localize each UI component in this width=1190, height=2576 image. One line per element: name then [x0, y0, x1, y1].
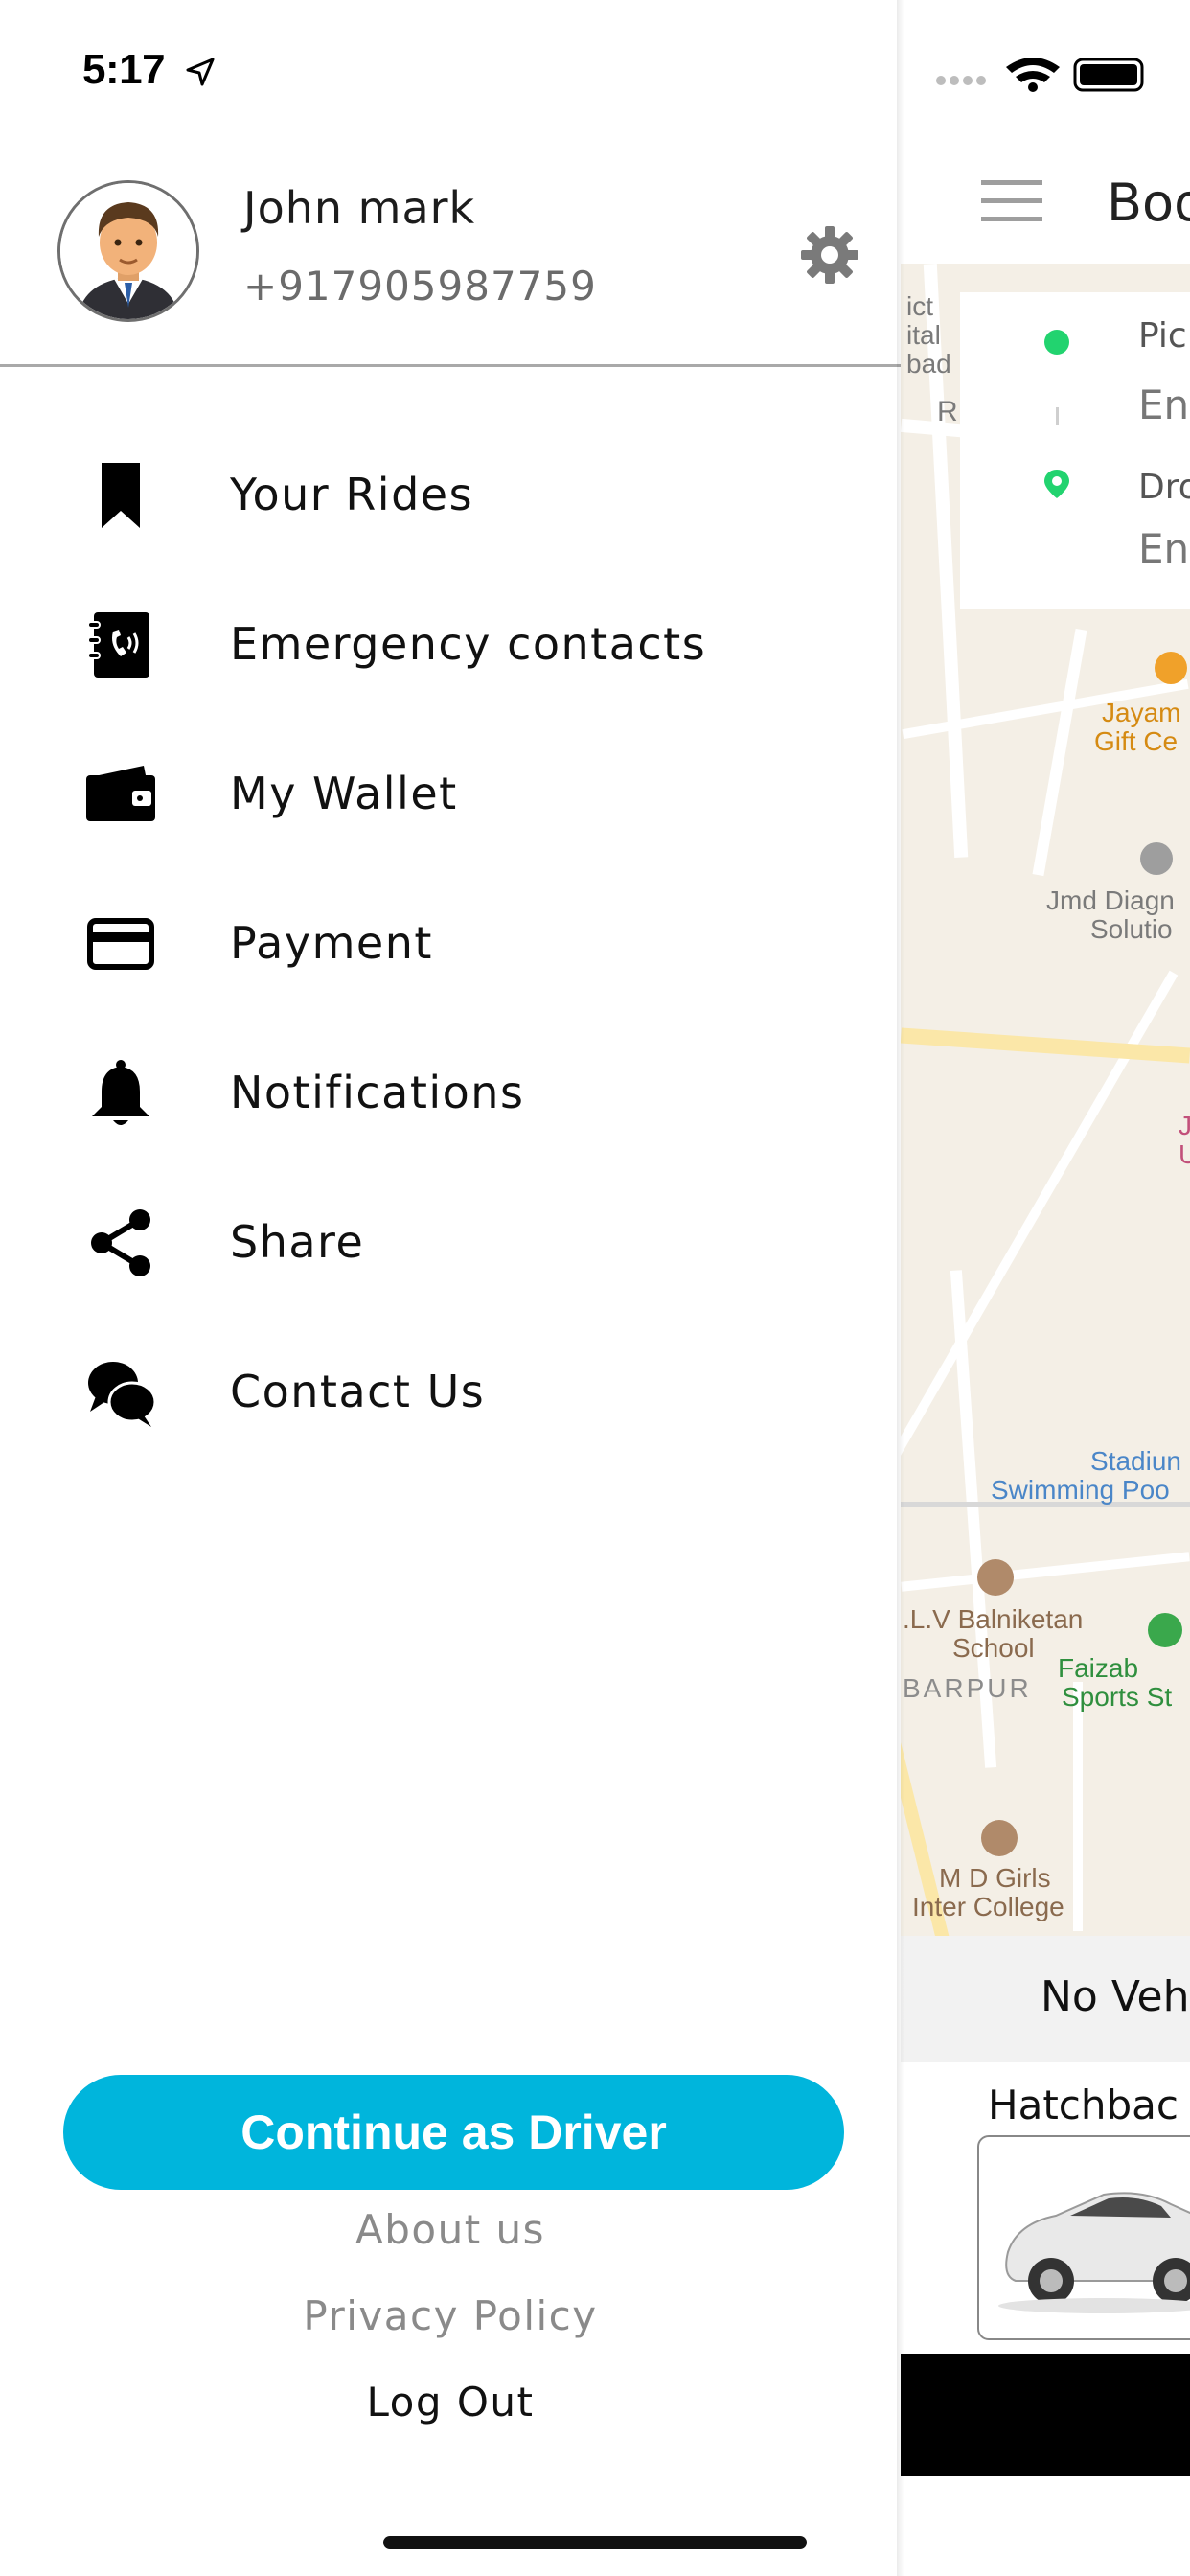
booking-title: Boo	[1107, 172, 1190, 233]
menu-item-notifications[interactable]: Notifications	[0, 1036, 901, 1151]
map-label: Sports St	[1062, 1682, 1173, 1712]
continue-as-driver-button[interactable]: Continue as Driver	[63, 2075, 844, 2190]
gear-icon[interactable]	[799, 224, 860, 286]
side-drawer: 5:17 John mark +917905987759 Your Rides …	[0, 0, 901, 2576]
menu-item-label: Payment	[230, 917, 433, 969]
map-label: Jayam	[1102, 698, 1181, 727]
menu-item-label: Your Rides	[230, 469, 474, 520]
menu-item-label: Share	[230, 1216, 365, 1268]
map-label: School	[952, 1633, 1035, 1663]
college-pin-icon	[981, 1820, 1018, 1856]
menu-item-label: Emergency contacts	[230, 618, 707, 670]
menu-item-label: My Wallet	[230, 768, 458, 819]
sports-pin-icon	[1148, 1613, 1182, 1647]
school-pin-icon	[977, 1559, 1014, 1596]
status-time: 5:17	[82, 46, 166, 93]
map-label: M D Girls	[939, 1863, 1051, 1893]
man-in-suit-avatar-icon	[60, 183, 196, 319]
bell-icon	[92, 1060, 149, 1125]
profile-phone: +917905987759	[243, 263, 597, 310]
avatar[interactable]	[57, 180, 199, 322]
wallet-icon	[86, 766, 155, 821]
share-icon	[91, 1209, 150, 1276]
map-label: Faizab	[1058, 1653, 1139, 1683]
place-pin-icon	[1140, 842, 1173, 875]
drop-label: Dro	[1138, 468, 1190, 507]
credit-card-icon	[87, 918, 154, 970]
profile-name: John mark	[243, 182, 476, 234]
car-image	[998, 2192, 1190, 2313]
map-label: BARPUR	[903, 1673, 1032, 1703]
book-button-bar[interactable]	[901, 2354, 1190, 2476]
booking-screen: Boo ict ital bad R Jayam Gift Ce Jmd Dia…	[901, 0, 1190, 2576]
pickup-label: Pic	[1138, 316, 1187, 356]
status-icons	[936, 58, 1144, 92]
drawer-divider	[0, 364, 901, 367]
map-label: J	[1179, 1111, 1190, 1140]
about-us-link[interactable]: About us	[0, 2206, 901, 2253]
map-label: ict	[906, 291, 933, 321]
privacy-policy-link[interactable]: Privacy Policy	[0, 2292, 901, 2339]
map-label: Inter College	[912, 1892, 1064, 1921]
menu-item-payment[interactable]: Payment	[0, 886, 901, 1001]
map-label: Swimming Poo	[991, 1475, 1170, 1505]
home-indicator[interactable]	[383, 2536, 807, 2549]
drop-pin-icon	[1044, 470, 1069, 498]
pickup-input[interactable]: En	[1138, 381, 1189, 428]
menu-item-contact-us[interactable]: Contact Us	[0, 1335, 901, 1450]
map-label: bad	[906, 349, 951, 379]
app-screen: Boo ict ital bad R Jayam Gift Ce Jmd Dia…	[0, 0, 1190, 2576]
map-label: Jmd Diagn	[1046, 886, 1175, 915]
map-label: Stadiun	[1090, 1446, 1181, 1476]
log-out-link[interactable]: Log Out	[0, 2379, 901, 2426]
menu-item-emergency-contacts[interactable]: Emergency contacts	[0, 587, 901, 702]
map-label: .L.V Balniketan	[903, 1604, 1084, 1634]
shop-pin-icon	[1155, 652, 1187, 684]
map-label: Solutio	[1090, 914, 1173, 944]
drawer-edge-shadow	[897, 0, 904, 2576]
menu-item-my-wallet[interactable]: My Wallet	[0, 737, 901, 852]
map-label: R	[937, 396, 958, 427]
menu-item-your-rides[interactable]: Your Rides	[0, 438, 901, 553]
vehicle-card[interactable]	[977, 2135, 1190, 2340]
map-label: U	[1179, 1139, 1190, 1169]
pickup-dot-icon	[1044, 330, 1069, 355]
location-arrow-icon	[186, 58, 215, 86]
menu-item-label: Notifications	[230, 1067, 525, 1118]
menu-item-label: Contact Us	[230, 1366, 486, 1417]
map-label: ital	[906, 320, 941, 350]
vehicle-status-text: No Veh	[1041, 1972, 1190, 2021]
drop-input[interactable]: En	[1138, 525, 1189, 572]
hamburger-menu-icon[interactable]	[981, 178, 1042, 224]
phone-book-icon	[87, 612, 149, 678]
map-label: Gift Ce	[1094, 726, 1179, 756]
chat-bubbles-icon	[88, 1362, 157, 1427]
menu-item-share[interactable]: Share	[0, 1185, 901, 1300]
vehicle-type-label: Hatchbac	[988, 2082, 1179, 2128]
route-connector	[1056, 407, 1059, 425]
bookmark-icon	[102, 463, 140, 528]
